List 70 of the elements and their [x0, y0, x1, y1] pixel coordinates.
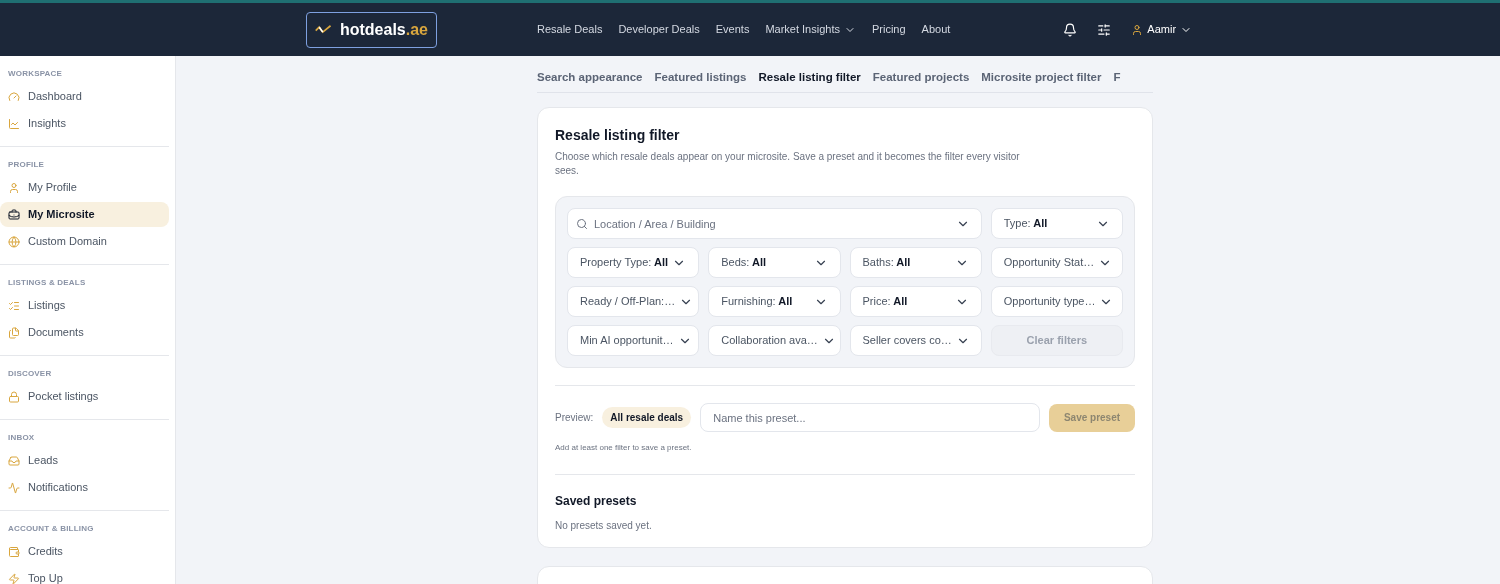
sidebar-item[interactable]: Notifications: [0, 475, 169, 500]
tab[interactable]: Microsite project filter: [981, 69, 1102, 87]
filter-dropdown[interactable]: Ready / Off-Plan:…: [567, 286, 700, 317]
tab[interactable]: F: [1113, 69, 1121, 87]
nav-link[interactable]: Developer Deals: [618, 21, 700, 38]
nav-link[interactable]: Market Insights: [765, 21, 856, 38]
search-icon: [576, 218, 588, 230]
nav-link[interactable]: Events: [715, 21, 750, 38]
tab[interactable]: Featured listings: [654, 69, 747, 87]
logo[interactable]: hotdeals.ae: [306, 11, 437, 48]
filter-dropdown[interactable]: Opportunity type…: [990, 286, 1123, 317]
nav-link[interactable]: Pricing: [872, 21, 906, 38]
filter-dropdown[interactable]: Type: All: [990, 208, 1123, 239]
section-heading: ACCOUNT & BILLING: [7, 523, 95, 535]
sidebar-item[interactable]: Documents: [0, 320, 169, 345]
notification-bell-icon[interactable]: [1063, 22, 1078, 37]
sidebar-item[interactable]: Dashboard: [0, 84, 169, 109]
card-title: Resale listing filter: [555, 126, 681, 145]
sidebar-item[interactable]: Pocket listings: [0, 384, 169, 409]
globe-icon: [8, 235, 20, 248]
filter-dropdown[interactable]: Opportunity Stat…: [990, 247, 1123, 278]
hint-text: Add at least one filter to save a preset.: [555, 442, 693, 454]
section-heading: DISCOVER: [7, 368, 53, 380]
user-icon: [1131, 23, 1144, 36]
lock-icon: [8, 390, 20, 403]
sidebar-item[interactable]: My Profile: [0, 175, 169, 200]
sidebar-item[interactable]: Top Up: [0, 566, 169, 584]
sidebar-item[interactable]: Custom Domain: [0, 229, 169, 254]
pulse-icon: [8, 481, 20, 494]
card-description: Choose which resale deals appear on your microsite. Save a preset and it becomes the filter every visitor sees.: [555, 150, 1021, 178]
files-icon: [8, 326, 20, 339]
tab[interactable]: Search appearance: [537, 69, 643, 87]
preview-label: Preview:: [555, 411, 594, 425]
filter-dropdown[interactable]: Property Type: All: [567, 247, 700, 278]
filter-dropdown[interactable]: Collaboration ava…: [708, 325, 841, 356]
nav-link[interactable]: About: [921, 21, 951, 38]
settings-sliders-icon[interactable]: [1097, 22, 1112, 37]
location-search-field[interactable]: Location / Area / Building: [567, 208, 982, 239]
sidebar-item[interactable]: My Microsite: [0, 202, 169, 227]
user-icon: [8, 181, 20, 194]
empty-state-text: No presets saved yet.: [555, 519, 653, 533]
nav-link[interactable]: Resale Deals: [537, 21, 603, 38]
bolt-icon: [8, 572, 20, 584]
sidebar-item[interactable]: Credits: [0, 539, 169, 564]
tab[interactable]: Featured projects: [872, 69, 970, 87]
preset-name-field[interactable]: Name this preset...: [700, 403, 1040, 432]
sidebar-item[interactable]: Leads: [0, 448, 169, 473]
section-heading: LISTINGS & DEALS: [7, 277, 87, 289]
section-heading: WORKSPACE: [7, 68, 64, 80]
filter-dropdown[interactable]: Baths: All: [849, 247, 982, 278]
filter-dropdown[interactable]: Furnishing: All: [708, 286, 841, 317]
filter-dropdown[interactable]: Min AI opportunit…: [567, 325, 700, 356]
briefcase-icon: [8, 208, 20, 221]
tab[interactable]: Resale listing filter: [758, 69, 861, 87]
filter-dropdown[interactable]: Beds: All: [708, 247, 841, 278]
chart-icon: [8, 117, 20, 130]
sidebar-item[interactable]: Listings: [0, 293, 169, 318]
section-title: Saved presets: [555, 493, 638, 510]
section-heading: INBOX: [7, 432, 36, 444]
gauge-icon: [8, 90, 20, 103]
checklist-icon: [8, 299, 20, 312]
filter-dropdown[interactable]: Seller covers co…: [849, 325, 982, 356]
sidebar-item[interactable]: Insights: [0, 111, 169, 136]
inbox-icon: [8, 454, 20, 467]
user-menu[interactable]: Aamir: [1131, 21, 1193, 38]
logo-text: hotdeals.ae: [339, 19, 428, 40]
section-heading: PROFILE: [7, 159, 46, 171]
preview-tag: All resale deals: [602, 407, 692, 428]
filter-dropdown[interactable]: Price: All: [849, 286, 982, 317]
wallet-icon: [8, 545, 20, 558]
